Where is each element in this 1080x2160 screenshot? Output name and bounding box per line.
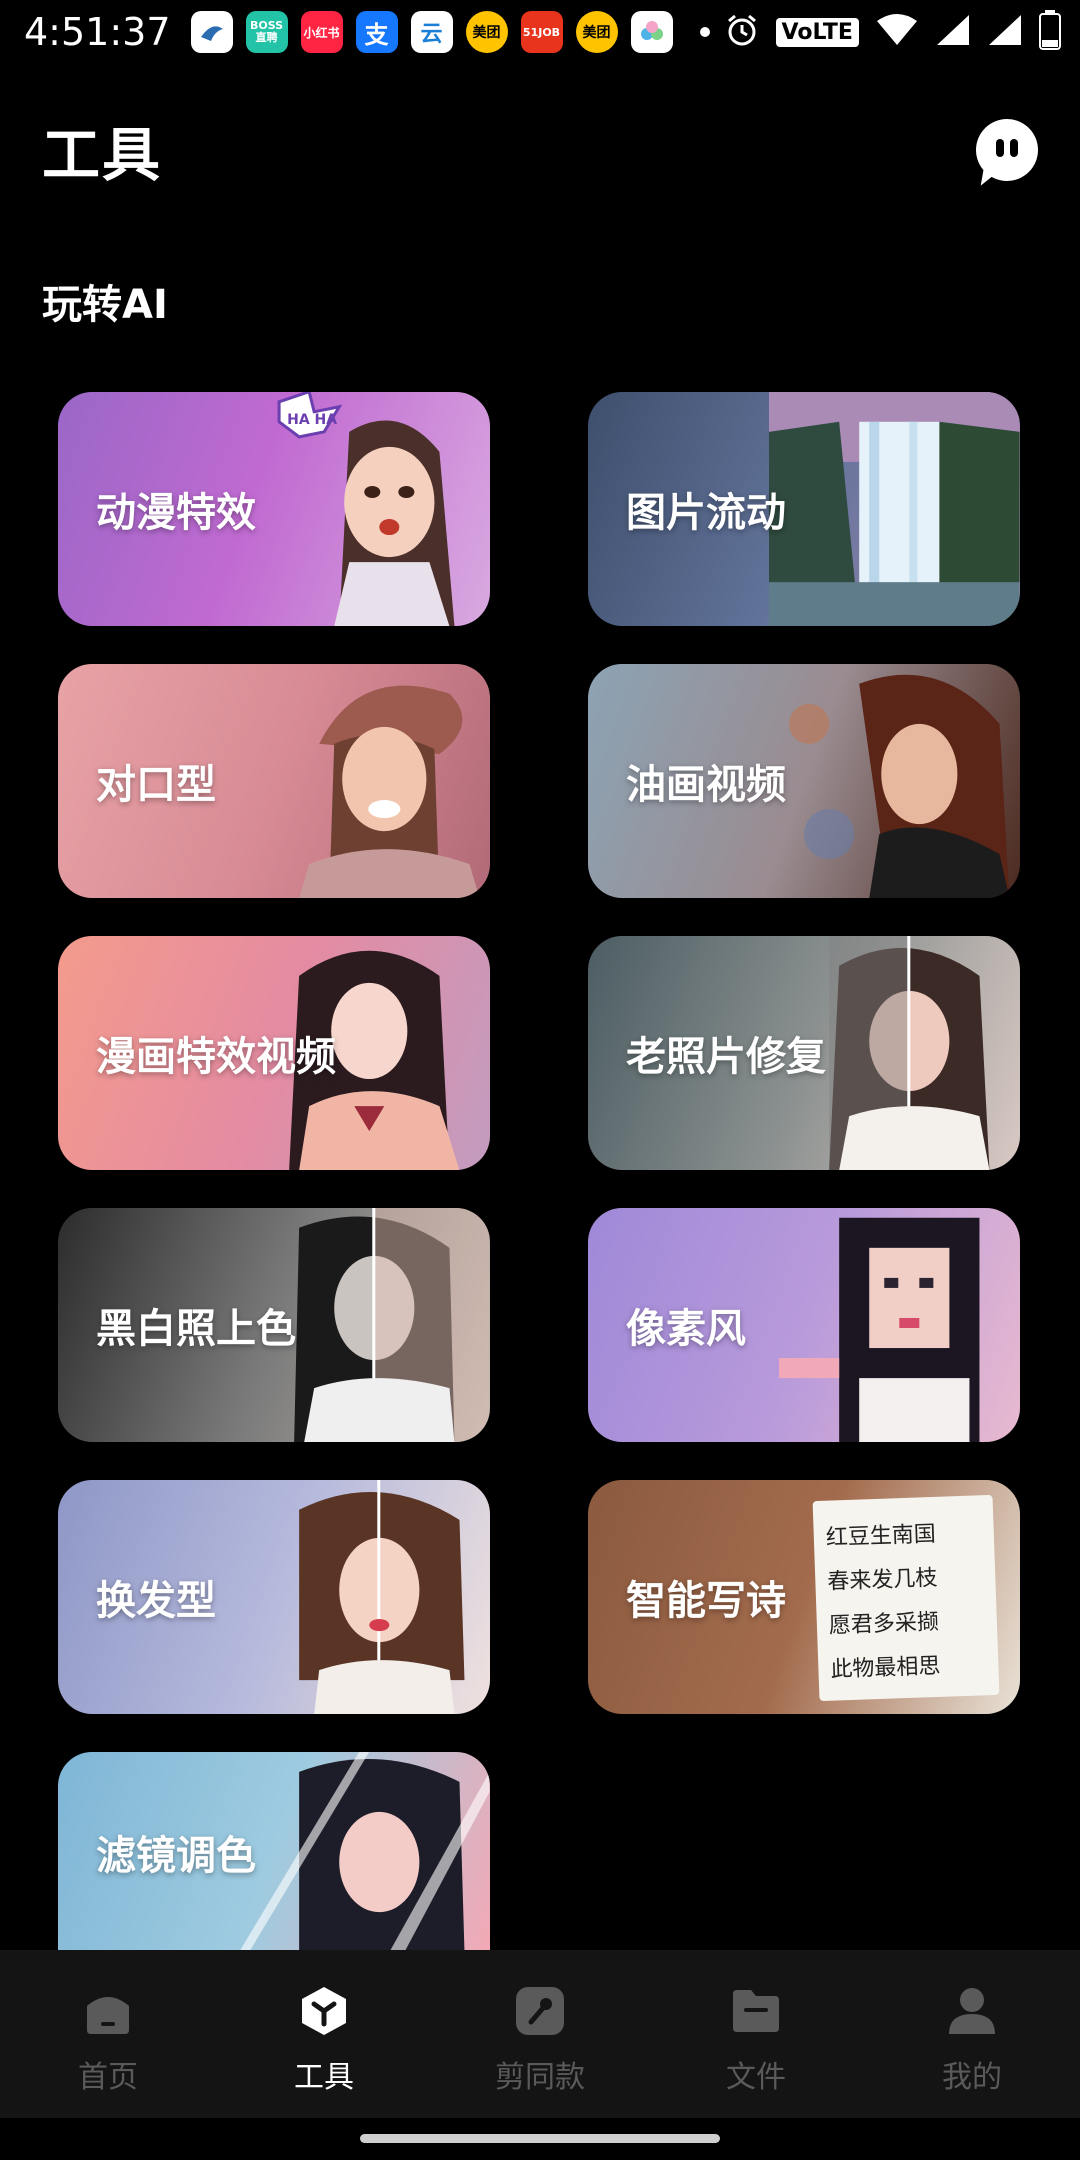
bottom-navigation: 首页 工具 剪同款 文件 我的 (0, 1950, 1080, 2118)
waterfall-image (769, 392, 1020, 626)
tool-card-filter-color[interactable]: 滤镜调色 (58, 1752, 490, 1952)
tool-card-lip-sync[interactable]: 对口型 (58, 664, 490, 898)
yunshanfu-icon: 云 (410, 11, 453, 53)
nav-label: 工具 (294, 2060, 354, 2095)
tool-card-anime-effect[interactable]: 动漫特效 HA HA (58, 392, 490, 626)
signal-icon (935, 13, 971, 51)
system-indicators: VoLTE (724, 10, 1061, 54)
meituan-icon: 美团 (575, 11, 618, 53)
tool-card-pixel-style[interactable]: 像素风 (588, 1208, 1020, 1442)
tool-card-label: 像素风 (626, 1306, 746, 1352)
poem-line: 愿君多采撷 (828, 1609, 940, 1639)
anime-girl-image: HA HA (239, 392, 490, 626)
status-bar: 4:51:37 BOSS 直聘 小红书 支 云 美团 51JOB 美团 VoLTE (0, 0, 1080, 64)
xiaohongshu-icon: 小红书 (300, 11, 343, 53)
profile-icon (949, 1988, 995, 2034)
alipay-icon: 支 (355, 11, 398, 53)
nav-label: 文件 (726, 2060, 786, 2095)
tool-card-oil-painting-video[interactable]: 油画视频 (588, 664, 1020, 898)
meituan-icon: 美团 (465, 11, 508, 53)
wifi-icon (875, 13, 919, 51)
folder-icon (733, 1990, 779, 2032)
cloud-app-icon (630, 11, 673, 53)
tool-card-label: 黑白照上色 (96, 1306, 296, 1352)
tool-card-label: 图片流动 (626, 490, 786, 536)
poem-line: 春来发几枝 (826, 1565, 938, 1595)
poem-line: 此物最相思 (830, 1653, 941, 1683)
boss-zhipin-icon: BOSS 直聘 (245, 11, 288, 53)
poem-line: 红豆生南国 (825, 1521, 937, 1551)
tool-card-label: 对口型 (96, 762, 216, 808)
battery-icon (1038, 10, 1061, 54)
nav-label: 我的 (942, 2060, 1002, 2095)
tool-card-label: 动漫特效 (96, 490, 256, 536)
nav-tools[interactable]: 工具 (216, 1950, 432, 2118)
pixel-girl-image (769, 1208, 1020, 1442)
hairstyle-woman-image (239, 1480, 490, 1714)
alarm-icon (724, 12, 760, 52)
tool-card-label: 滤镜调色 (96, 1833, 256, 1879)
tool-card-label: 智能写诗 (626, 1578, 786, 1624)
tool-card-smart-poem[interactable]: 智能写诗 红豆生南国 春来发几枝 愿君多采撷 此物最相思 (588, 1480, 1020, 1714)
tool-card-label: 漫画特效视频 (96, 1034, 336, 1080)
51job-icon: 51JOB (520, 11, 563, 53)
nav-label: 首页 (78, 2060, 138, 2095)
tool-card-label: 老照片修复 (626, 1034, 826, 1080)
section-title: 玩转AI (42, 282, 168, 328)
oil-painting-woman-image (769, 664, 1020, 898)
tool-card-label: 换发型 (96, 1578, 216, 1624)
page-title: 工具 (42, 121, 163, 189)
nav-files[interactable]: 文件 (648, 1950, 864, 2118)
page-header: 工具 (42, 110, 1038, 190)
home-indicator[interactable] (360, 2134, 720, 2143)
signal-icon-2 (987, 13, 1023, 51)
tool-card-colorize-bw[interactable]: 黑白照上色 (58, 1208, 490, 1442)
template-icon (516, 1987, 564, 2035)
tool-card-image-flow[interactable]: 图片流动 (588, 392, 1020, 626)
filter-woman-image (239, 1752, 490, 1952)
nav-label: 剪同款 (495, 2060, 585, 2095)
poem-paper: 红豆生南国 春来发几枝 愿君多采撷 此物最相思 (812, 1494, 1000, 1702)
tools-cube-icon (302, 1987, 346, 2035)
volte-badge: VoLTE (775, 17, 859, 47)
chat-bubble-icon[interactable] (976, 119, 1038, 189)
nav-profile[interactable]: 我的 (864, 1950, 1080, 2118)
tool-card-label: 油画视频 (626, 762, 786, 808)
nav-home[interactable]: 首页 (0, 1950, 216, 2118)
tool-card-old-photo-restore[interactable]: 老照片修复 (588, 936, 1020, 1170)
more-notifications-dot-icon (699, 27, 710, 37)
beret-woman-image (239, 664, 490, 898)
tool-card-change-hairstyle[interactable]: 换发型 (58, 1480, 490, 1714)
shark-app-icon (190, 11, 233, 53)
home-icon (87, 1997, 129, 2034)
svg-text:HA HA: HA HA (288, 412, 338, 428)
status-time: 4:51:37 (24, 10, 171, 54)
nav-templates[interactable]: 剪同款 (432, 1950, 648, 2118)
ai-tools-grid: 动漫特效 HA HA 图片流动 对口型 油画视频 漫画特效视频 老照片修复 黑白… (58, 392, 1020, 1952)
notification-icons: BOSS 直聘 小红书 支 云 美团 51JOB 美团 (190, 11, 724, 53)
tool-card-comic-video[interactable]: 漫画特效视频 (58, 936, 490, 1170)
